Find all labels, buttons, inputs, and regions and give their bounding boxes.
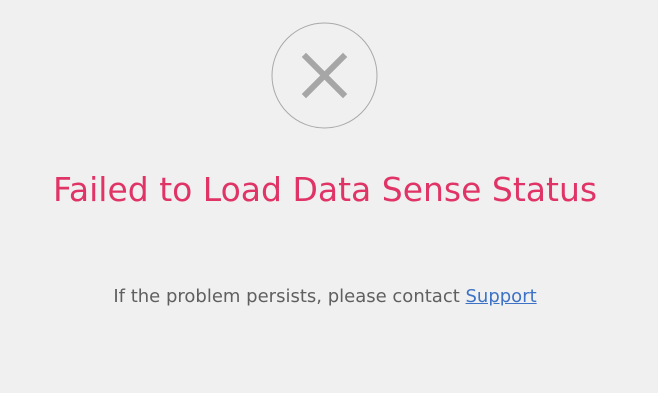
error-title: Failed to Load Data Sense Status [52, 170, 598, 209]
error-panel: Failed to Load Data Sense Status If the … [0, 0, 658, 393]
close-circle-icon [271, 22, 378, 129]
help-message-text: If the problem persists, please contact [113, 286, 466, 307]
help-message: If the problem persists, please contact … [0, 284, 650, 310]
support-link[interactable]: Support [466, 286, 537, 307]
